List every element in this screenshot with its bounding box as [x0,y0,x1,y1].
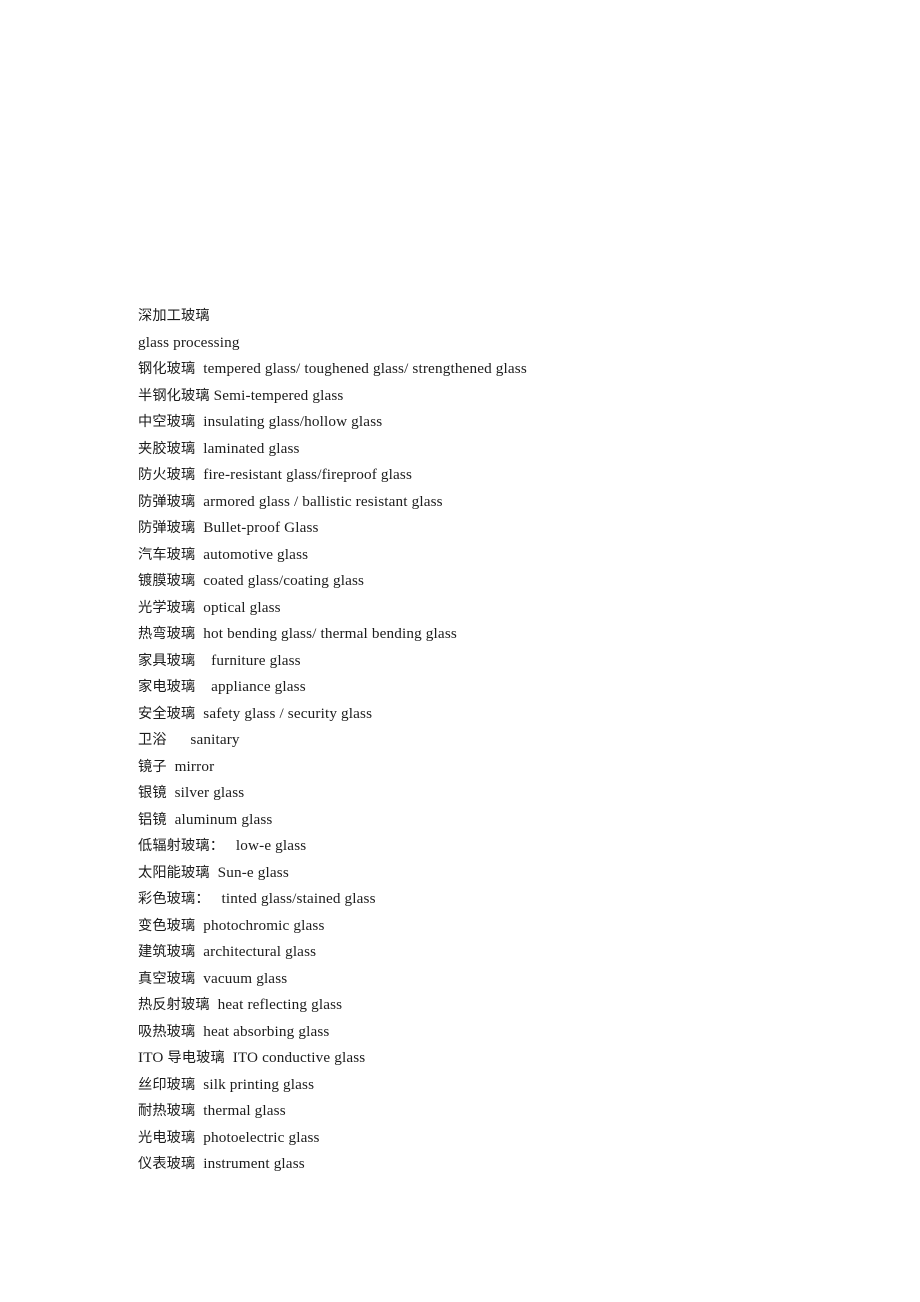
glossary-line: 半钢化玻璃 Semi-tempered glass [138,386,344,404]
cjk-term: 银镜 [138,785,167,801]
cjk-term: 家电玻璃 [138,679,196,695]
cjk-term: 真空玻璃 [138,970,196,987]
glossary-line: 光电玻璃 photoelectric glass [138,1128,320,1146]
glossary-line: 钢化玻璃 tempered glass/ toughened glass/ st… [138,360,527,377]
cjk-term: 变色玻璃 [138,917,196,934]
glossary-line: 铝镜 aluminum glass [138,810,273,828]
glossary-line: 热反射玻璃 heat reflecting glass [138,996,343,1013]
cjk-term: 镜子 [138,758,167,775]
glossary-line: 彩色玻璃： tinted glass/stained glass [138,890,376,907]
cjk-term: 汽车玻璃 [138,546,196,563]
cjk-term: 耐热玻璃 [138,1103,196,1119]
glossary-line: 防弹玻璃 Bullet-proof Glass [138,519,319,536]
cjk-term: 彩色玻璃： [138,891,210,907]
cjk-term: 防火玻璃 [138,467,196,483]
cjk-term: 光电玻璃 [138,1129,196,1146]
cjk-term: 卫浴 [138,732,167,748]
glossary-line: 家具玻璃 furniture glass [138,651,301,669]
cjk-term: 导电玻璃 [167,1050,225,1066]
glossary-line: ITO 导电玻璃 ITO conductive glass [138,1049,366,1066]
cjk-term: 吸热玻璃 [138,1023,196,1040]
glossary-line: 镜子 mirror [138,757,215,775]
cjk-term: 丝印玻璃 [138,1076,196,1093]
cjk-term: 热反射玻璃 [138,997,210,1013]
cjk-term: 太阳能玻璃 [138,864,210,881]
glossary-line: 家电玻璃 appliance glass [138,678,306,695]
glossary-line: 安全玻璃 safety glass / security glass [138,704,373,722]
cjk-term: 夹胶玻璃 [138,440,196,457]
glossary-line: 变色玻璃 photochromic glass [138,916,325,934]
cjk-term: 建筑玻璃 [138,944,196,960]
glossary-line: glass processing [138,333,240,351]
cjk-term: 防弹玻璃 [138,493,196,510]
glossary-line: 银镜 silver glass [138,784,245,801]
cjk-term: 深加工玻璃 [138,308,210,324]
cjk-term: 中空玻璃 [138,414,196,430]
glossary-line: 夹胶玻璃 laminated glass [138,439,300,457]
document-page: 深加工玻璃 glass processing 钢化玻璃 tempered glass… [0,0,920,1302]
cjk-term: 家具玻璃 [138,652,196,669]
glossary-line: 仪表玻璃 instrument glass [138,1155,305,1172]
glossary-line: 丝印玻璃 silk printing glass [138,1075,315,1093]
glossary-line: 低辐射玻璃： low-e glass [138,837,307,854]
glossary-line: 防火玻璃 fire-resistant glass/fireproof glas… [138,466,413,483]
glossary-line: 热弯玻璃 hot bending glass/ thermal bending … [138,625,457,642]
glossary-line: 耐热玻璃 thermal glass [138,1102,286,1119]
glossary-line: 中空玻璃 insulating glass/hollow glass [138,413,383,430]
glossary-line: 防弹玻璃 armored glass / ballistic resistant… [138,492,443,510]
cjk-term: 热弯玻璃 [138,626,196,642]
glossary-line: 太阳能玻璃 Sun-e glass [138,863,289,881]
glossary-text-block: 深加工玻璃 glass processing 钢化玻璃 tempered glass… [138,303,838,1178]
cjk-term: 镀膜玻璃 [138,573,196,589]
glossary-line: 深加工玻璃 [138,303,838,330]
glossary-line: 卫浴 sanitary [138,731,240,748]
glossary-line: 光学玻璃 optical glass [138,598,281,616]
cjk-term: 半钢化玻璃 [138,387,210,404]
glossary-line: 真空玻璃 vacuum glass [138,969,288,987]
glossary-line: 汽车玻璃 automotive glass [138,545,309,563]
glossary-line: 吸热玻璃 heat absorbing glass [138,1022,330,1040]
glossary-line: 建筑玻璃 architectural glass [138,943,317,960]
cjk-term: 光学玻璃 [138,599,196,616]
cjk-term: 钢化玻璃 [138,361,196,377]
glossary-line: 镀膜玻璃 coated glass/coating glass [138,572,365,589]
cjk-term: 仪表玻璃 [138,1156,196,1172]
cjk-term: 安全玻璃 [138,705,196,722]
cjk-term: 防弹玻璃 [138,520,196,536]
cjk-term: 低辐射玻璃： [138,838,225,854]
cjk-term: 铝镜 [138,811,167,828]
